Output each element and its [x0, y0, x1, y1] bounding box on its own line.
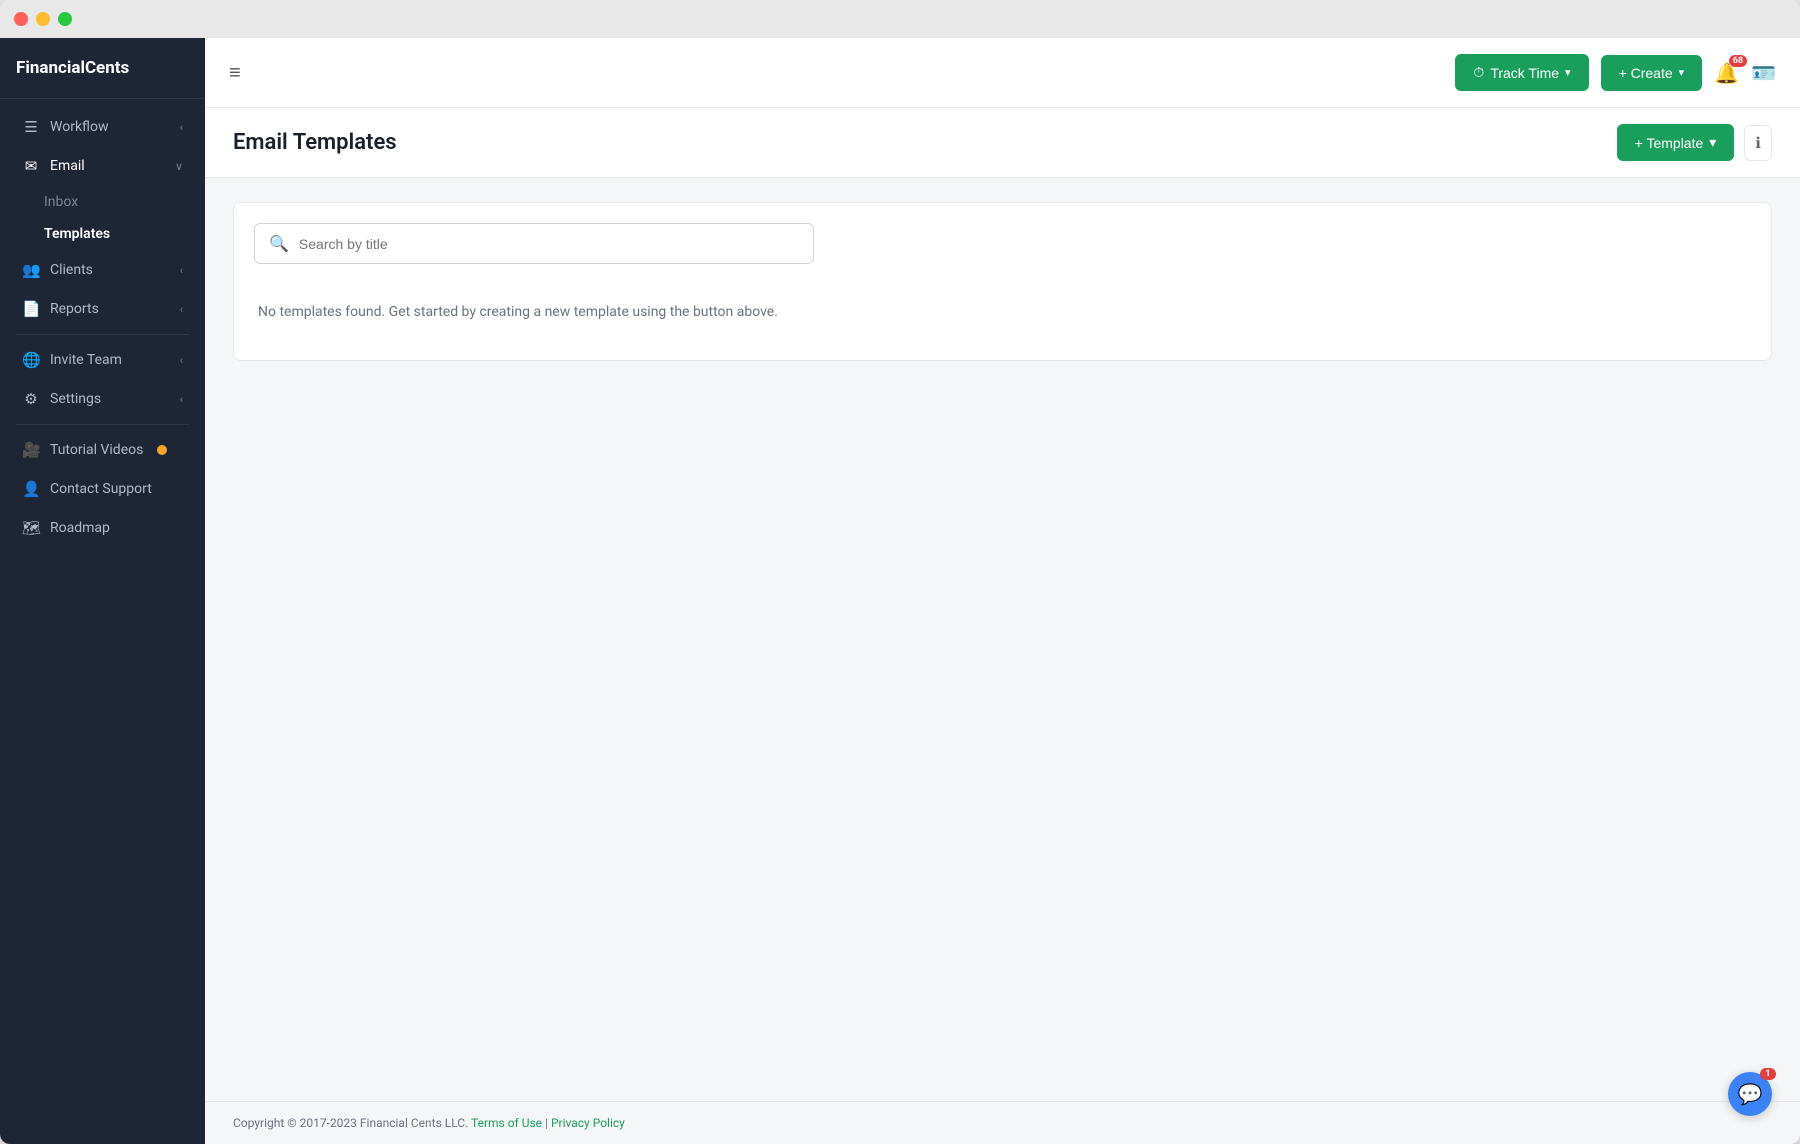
clock-icon: ⏱ [1473, 64, 1484, 81]
tutorial-videos-icon: 🎥 [22, 441, 40, 459]
create-button[interactable]: + Create ▾ [1601, 55, 1703, 91]
minimize-button[interactable] [36, 12, 50, 26]
chevron-icon: ‹ [180, 393, 183, 406]
create-label: + Create [1619, 65, 1673, 81]
menu-icon[interactable]: ≡ [229, 60, 241, 85]
sidebar-item-label: Settings [50, 391, 101, 407]
sidebar-item-label: Roadmap [50, 520, 110, 536]
templates-card: 🔍 No templates found. Get started by cre… [233, 202, 1772, 361]
sidebar-item-label: Contact Support [50, 481, 152, 497]
nav-divider-2 [16, 424, 189, 425]
content-area: 🔍 No templates found. Get started by cre… [205, 178, 1800, 1101]
chat-icon: 💬 [1738, 1082, 1763, 1106]
search-bar[interactable]: 🔍 [254, 223, 814, 264]
sidebar: FinancialCents ☰ Workflow ‹ ✉ Email ∨ In… [0, 38, 205, 1144]
sidebar-item-email[interactable]: ✉ Email ∨ [6, 147, 199, 185]
search-icon: 🔍 [269, 234, 289, 253]
sidebar-item-label: Tutorial Videos [50, 442, 143, 458]
roadmap-icon: 🗺 [22, 519, 40, 537]
chevron-icon: ‹ [180, 354, 183, 367]
topbar: ≡ ⏱ Track Time ▾ + Create ▾ 🔔 68 [205, 38, 1800, 108]
chevron-icon: ‹ [180, 303, 183, 316]
contact-support-icon: 👤 [22, 480, 40, 498]
chevron-icon: ‹ [180, 121, 183, 134]
inbox-label: Inbox [44, 194, 78, 210]
notifications-button[interactable]: 🔔 68 [1714, 61, 1739, 85]
titlebar [0, 0, 1800, 38]
sidebar-item-tutorial-videos[interactable]: 🎥 Tutorial Videos [6, 431, 199, 469]
email-submenu: Inbox Templates [0, 186, 205, 250]
sidebar-item-roadmap[interactable]: 🗺 Roadmap [6, 509, 199, 547]
topbar-actions: ⏱ Track Time ▾ + Create ▾ 🔔 68 🪪 [1455, 54, 1776, 91]
search-input[interactable] [299, 236, 799, 252]
app-footer: Copyright © 2017-2023 Financial Cents LL… [205, 1101, 1800, 1144]
chevron-down-icon: ▾ [1565, 66, 1571, 79]
maximize-button[interactable] [58, 12, 72, 26]
add-template-button[interactable]: + Template ▾ [1617, 124, 1735, 161]
sidebar-item-contact-support[interactable]: 👤 Contact Support [6, 470, 199, 508]
chevron-icon: ‹ [180, 264, 183, 277]
email-icon: ✉ [22, 157, 40, 175]
chat-badge: 1 [1760, 1068, 1776, 1080]
user-avatar-button[interactable]: 🪪 [1751, 61, 1776, 85]
sidebar-item-label: Invite Team [50, 352, 122, 368]
invite-team-icon: 🌐 [22, 351, 40, 369]
copyright-text: Copyright © 2017-2023 Financial Cents LL… [233, 1116, 468, 1130]
notification-badge: 68 [1729, 55, 1747, 67]
sidebar-item-workflow[interactable]: ☰ Workflow ‹ [6, 108, 199, 146]
tutorial-badge [157, 445, 167, 455]
sidebar-item-label: Reports [50, 301, 99, 317]
sidebar-item-label: Workflow [50, 119, 109, 135]
info-icon: ℹ [1755, 135, 1761, 152]
page-header-actions: + Template ▾ ℹ [1617, 124, 1772, 161]
chevron-down-icon: ▾ [1679, 66, 1685, 79]
sidebar-item-label: Email [50, 158, 85, 174]
privacy-policy-link[interactable]: Privacy Policy [551, 1116, 625, 1130]
workflow-icon: ☰ [22, 118, 40, 136]
track-time-button[interactable]: ⏱ Track Time ▾ [1455, 54, 1588, 91]
page-title: Email Templates [233, 130, 397, 155]
sidebar-item-reports[interactable]: 📄 Reports ‹ [6, 290, 199, 328]
clients-icon: 👥 [22, 261, 40, 279]
main-content: ≡ ⏱ Track Time ▾ + Create ▾ 🔔 68 [205, 38, 1800, 1144]
empty-state-message: No templates found. Get started by creat… [254, 284, 1751, 340]
reports-icon: 📄 [22, 300, 40, 318]
sidebar-item-templates[interactable]: Templates [0, 218, 205, 250]
close-button[interactable] [14, 12, 28, 26]
settings-icon: ⚙ [22, 390, 40, 408]
chevron-down-icon: ▾ [1709, 134, 1716, 151]
nav-divider [16, 334, 189, 335]
info-button[interactable]: ℹ [1744, 125, 1772, 161]
terms-of-use-link[interactable]: Terms of Use [471, 1116, 542, 1130]
app-logo: FinancialCents [0, 38, 205, 99]
templates-label: Templates [44, 226, 110, 242]
track-time-label: Track Time [1490, 65, 1559, 81]
sidebar-item-invite-team[interactable]: 🌐 Invite Team ‹ [6, 341, 199, 379]
sidebar-item-clients[interactable]: 👥 Clients ‹ [6, 251, 199, 289]
page-header: Email Templates + Template ▾ ℹ [205, 108, 1800, 178]
template-button-label: + Template [1635, 135, 1704, 151]
chevron-down-icon: ∨ [175, 160, 183, 173]
sidebar-item-settings[interactable]: ⚙ Settings ‹ [6, 380, 199, 418]
chat-support-button[interactable]: 💬 1 [1728, 1072, 1772, 1116]
sidebar-nav: ☰ Workflow ‹ ✉ Email ∨ Inbox Templates [0, 99, 205, 1144]
sidebar-item-inbox[interactable]: Inbox [0, 186, 205, 218]
sidebar-item-label: Clients [50, 262, 93, 278]
